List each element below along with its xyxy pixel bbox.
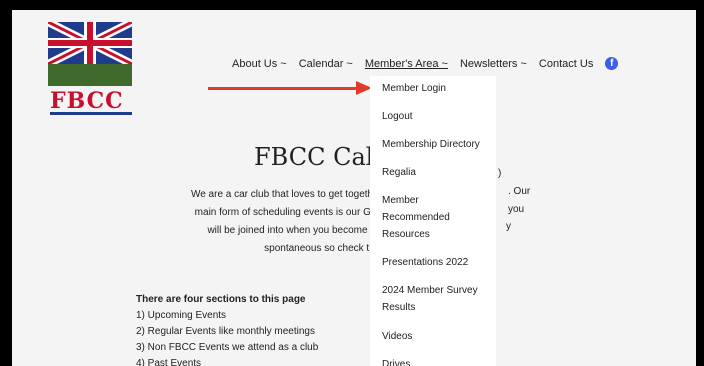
menu-item-presentations-2022[interactable]: Presentations 2022 bbox=[382, 254, 494, 271]
intro-line: will be joined into when you become a r bbox=[207, 225, 382, 236]
section-item: 2) Regular Events like monthly meetings bbox=[136, 326, 315, 337]
facebook-icon[interactable]: f bbox=[605, 57, 619, 70]
sections-heading: There are four sections to this page bbox=[136, 294, 306, 305]
fbcc-logo[interactable]: FBCC bbox=[48, 22, 134, 115]
menu-item-2024-member-survey-results[interactable]: 2024 Member Survey Results bbox=[382, 282, 486, 316]
section-item: 1) Upcoming Events bbox=[136, 310, 227, 321]
logo-hill bbox=[48, 64, 132, 86]
main-nav: About Us ~ Calendar ~ Member's Area ~ Ne… bbox=[232, 57, 619, 70]
nav-members-area[interactable]: Member's Area ~ bbox=[365, 58, 448, 70]
menu-item-regalia[interactable]: Regalia bbox=[382, 164, 494, 181]
intro-line: main form of scheduling events is our Go… bbox=[194, 207, 382, 218]
intro-fragment: ) bbox=[498, 168, 502, 179]
intro-text: We are a car club that loves to get toge… bbox=[142, 186, 382, 258]
intro-fragment: y bbox=[506, 221, 511, 232]
nav-contact-us[interactable]: Contact Us bbox=[539, 58, 593, 70]
section-item: 4) Past Events bbox=[136, 358, 202, 366]
intro-fragment: . Our bbox=[508, 186, 531, 197]
menu-item-logout[interactable]: Logout bbox=[382, 108, 494, 125]
menu-item-member-recommended-resources[interactable]: Member Recommended Resources bbox=[382, 192, 462, 243]
nav-calendar[interactable]: Calendar ~ bbox=[299, 58, 353, 70]
page-title: FBCC Cal bbox=[254, 143, 374, 171]
menu-item-videos[interactable]: Videos bbox=[382, 328, 494, 345]
menu-item-member-login[interactable]: Member Login bbox=[382, 80, 494, 97]
sections-list: There are four sections to this page 1) … bbox=[136, 292, 318, 366]
web-page: FBCC About Us ~ Calendar ~ Member's Area… bbox=[12, 10, 696, 366]
menu-item-membership-directory[interactable]: Membership Directory bbox=[382, 136, 494, 153]
screenshot-frame: FBCC About Us ~ Calendar ~ Member's Area… bbox=[0, 0, 704, 366]
menu-item-drives[interactable]: Drives bbox=[382, 356, 494, 366]
intro-line: spontaneous so check this bbox=[264, 243, 382, 254]
red-arrow-annotation bbox=[208, 87, 358, 90]
members-area-dropdown: Member Login Logout Membership Directory… bbox=[370, 76, 496, 366]
intro-fragment: you bbox=[508, 204, 525, 215]
nav-about-us[interactable]: About Us ~ bbox=[232, 58, 287, 70]
union-jack-flag-icon bbox=[48, 22, 132, 64]
logo-text: FBCC bbox=[50, 88, 124, 114]
section-item: 3) Non FBCC Events we attend as a club bbox=[136, 342, 319, 353]
logo-underline bbox=[50, 112, 132, 115]
intro-line: We are a car club that loves to get toge… bbox=[190, 189, 382, 200]
nav-newsletters[interactable]: Newsletters ~ bbox=[460, 58, 527, 70]
